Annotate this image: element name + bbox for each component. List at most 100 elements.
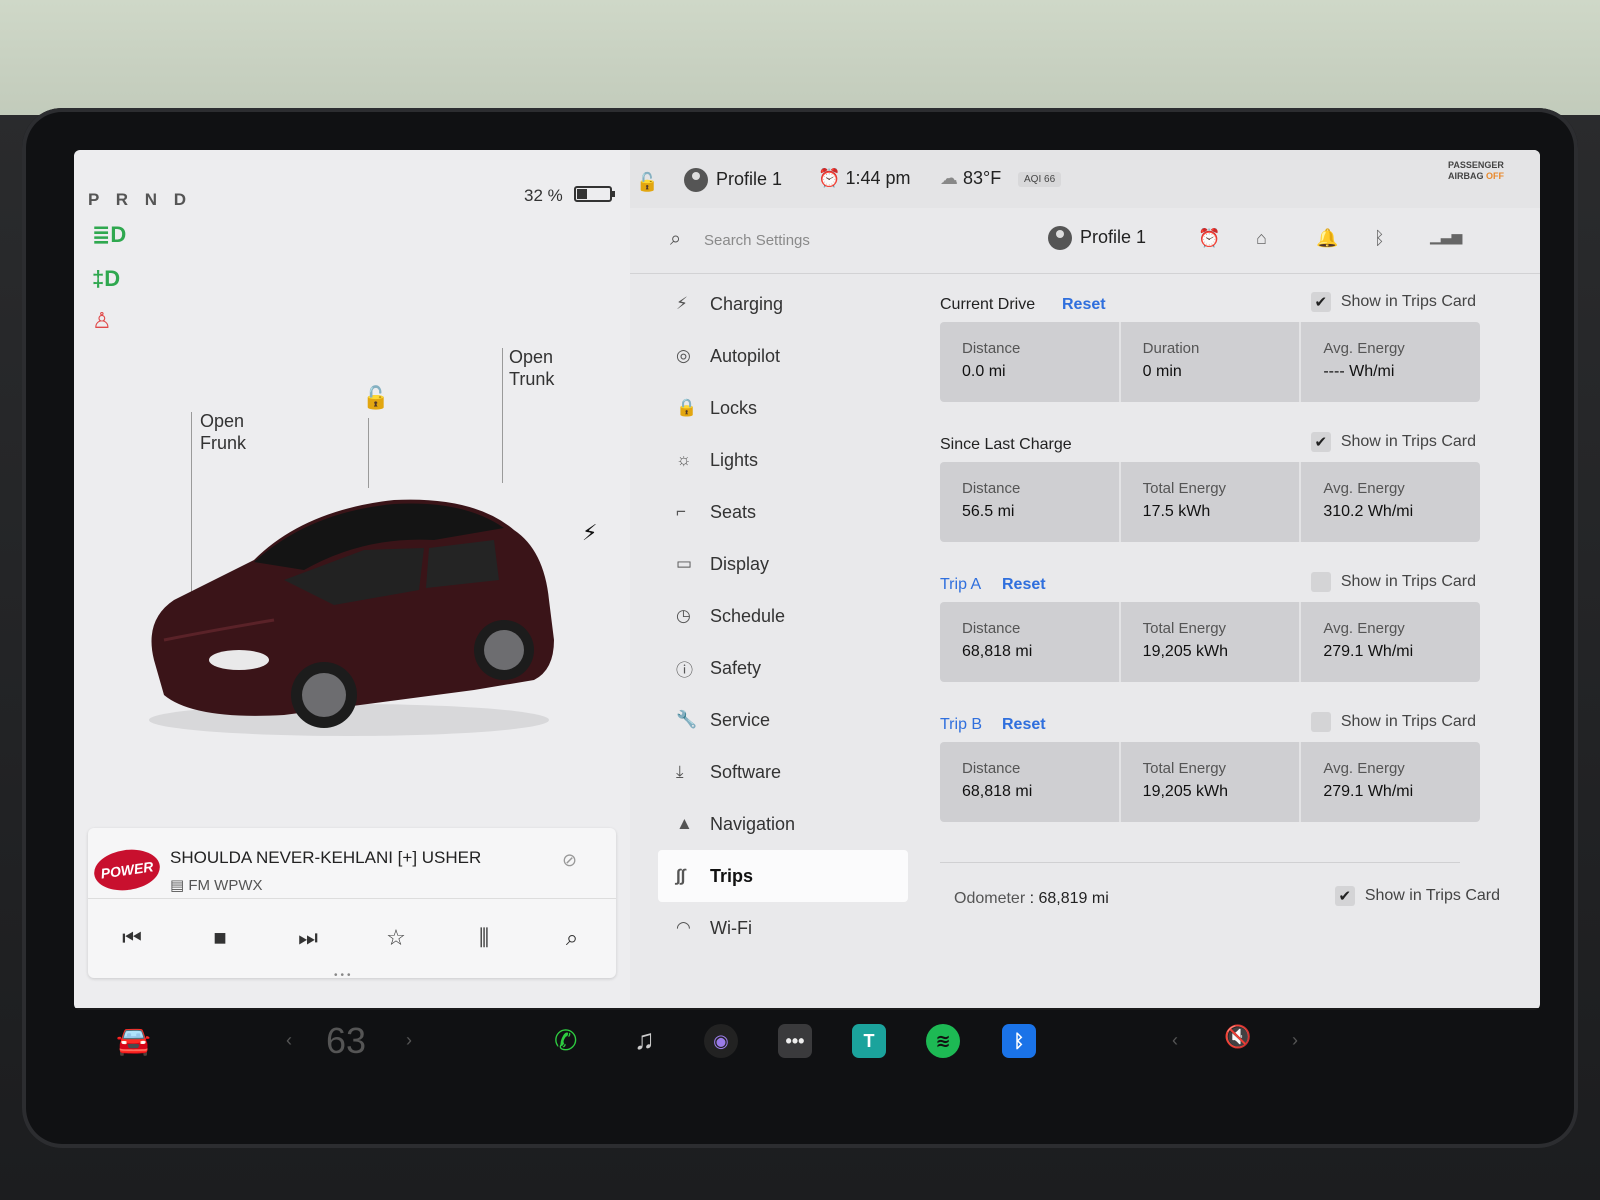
nav-item-display[interactable]: ▭ Display	[658, 538, 908, 590]
checkbox-box: ✔	[1310, 292, 1331, 312]
camera-icon[interactable]: ◉	[704, 1024, 738, 1058]
stat-card: Duration 0 min	[1121, 322, 1302, 402]
stat-value: 68,818 mi	[962, 783, 1033, 800]
nav-display-icon: ▭	[676, 554, 693, 573]
stat-card: Avg. Energy 279.1 Wh/mi	[1301, 602, 1480, 682]
volume-muted-icon[interactable]: 🔇	[1224, 1024, 1251, 1050]
stop-icon[interactable]: ■	[198, 925, 242, 951]
stat-card: Distance 0.0 mi	[940, 322, 1121, 402]
unlock-icon[interactable]: 🔓	[362, 385, 389, 411]
status-bar: 🔓 Profile 1 ⏰ 1:44 pm ☁ 83°F AQI 66 PASS…	[630, 150, 1540, 208]
odometer-show-checkbox[interactable]: ✔ Show in Trips Card	[1334, 886, 1500, 906]
trip-b-show-checkbox[interactable]: Show in Trips Card	[1310, 712, 1476, 732]
stat-card: Avg. Energy 279.1 Wh/mi	[1301, 742, 1480, 822]
trip-b-reset-link[interactable]: Reset	[1002, 716, 1046, 734]
status-clock: ⏰ 1:44 pm	[818, 168, 910, 189]
temp-up-chevron-icon[interactable]: ›	[406, 1030, 412, 1051]
open-trunk-label-line2: Trunk	[509, 369, 555, 389]
stat-card: Total Energy 17.5 kWh	[1121, 462, 1302, 542]
nav-wi-fi-icon: ◠	[676, 918, 691, 937]
show-label: Show in Trips Card	[1340, 433, 1476, 450]
open-frunk-label-line1: Open	[200, 411, 245, 431]
nav-navigation-icon: ▲	[676, 814, 693, 833]
next-icon[interactable]: ⏭	[286, 925, 330, 951]
volume-up-chevron-icon[interactable]: ›	[1292, 1030, 1298, 1051]
vehicle-model-image	[149, 499, 554, 736]
header-profile-button[interactable]: Profile 1	[1048, 226, 1146, 250]
homelink-icon[interactable]: ⌂	[1256, 228, 1267, 249]
favorite-star-icon[interactable]: ☆	[374, 925, 418, 951]
nav-item-wi-fi[interactable]: ◠ Wi-Fi	[658, 902, 908, 954]
passenger-airbag-indicator: PASSENGER AIRBAG OFF	[1448, 160, 1504, 182]
nav-label: Seats	[710, 501, 757, 522]
trip-a-reset-link[interactable]: Reset	[1002, 576, 1046, 594]
current-drive-show-checkbox[interactable]: ✔ Show in Trips Card	[1310, 292, 1476, 312]
toybox-icon[interactable]: T	[852, 1024, 886, 1058]
notification-bell-icon[interactable]: 🔔	[1316, 228, 1338, 249]
current-drive-reset-link[interactable]: Reset	[1062, 296, 1106, 314]
media-player: POWER SHOULDA NEVER-KEHLANI [+] USHER ▤ …	[88, 828, 616, 978]
station-name: ▤ FM WPWX	[170, 877, 263, 894]
bluetooth-icon[interactable]: ᛒ	[1374, 228, 1385, 249]
stat-value: 0.0 mi	[962, 363, 1006, 380]
nav-item-charging[interactable]: ⚡ Charging	[658, 278, 908, 330]
trip-b-cards: Distance 68,818 mi Total Energy 19,205 kWh…	[940, 742, 1480, 822]
search-settings-input[interactable]	[704, 226, 1004, 254]
fog-light-icon: ‡D	[92, 266, 121, 291]
alarm-icon[interactable]: ⏰	[1198, 228, 1220, 249]
lock-status-icon[interactable]: 🔓	[636, 172, 658, 193]
nav-item-software[interactable]: ⤓ Software	[658, 746, 908, 798]
settings-nav: ⚡ Charging ◎ Autopilot 🔒 Locks ☼ Lights ⌐ Seats ▭ D…	[658, 278, 908, 954]
previous-icon[interactable]: ⏮	[110, 925, 154, 951]
stat-label: Duration	[1142, 340, 1200, 357]
media-divider	[88, 898, 616, 899]
volume-down-chevron-icon[interactable]: ‹	[1172, 1030, 1178, 1051]
music-icon[interactable]: ♫	[634, 1024, 655, 1056]
nav-item-lights[interactable]: ☼ Lights	[658, 434, 908, 486]
stat-value: 279.1 Wh/mi	[1323, 643, 1414, 660]
open-frunk-button[interactable]: Open Frunk	[200, 410, 246, 454]
stat-card: Distance 68,818 mi	[940, 602, 1121, 682]
more-icon[interactable]: •••	[778, 1024, 812, 1058]
trip-b-section: Trip B Reset Show in Trips Card Distance…	[940, 704, 1480, 844]
stat-value: ---- Wh/mi	[1323, 363, 1395, 380]
page-dots: •••	[334, 970, 354, 981]
nav-item-service[interactable]: 🔧 Service	[658, 694, 908, 746]
stat-card: Total Energy 19,205 kWh	[1121, 602, 1302, 682]
nav-item-trips[interactable]: ∫∫ Trips	[658, 850, 908, 902]
equalizer-icon[interactable]: ⫼	[462, 925, 506, 951]
temp-down-chevron-icon[interactable]: ‹	[286, 1030, 292, 1051]
trip-a-title: Trip A	[940, 576, 982, 593]
nav-item-locks[interactable]: 🔒 Locks	[658, 382, 908, 434]
nav-schedule-icon: ◷	[676, 606, 691, 625]
radio-off-icon[interactable]: ⊘	[562, 850, 577, 871]
bluetooth-icon[interactable]: ᛒ	[1002, 1024, 1036, 1058]
nav-seats-icon: ⌐	[676, 502, 686, 521]
odometer-value: 68,819 mi	[1038, 890, 1109, 907]
trip-a-show-checkbox[interactable]: Show in Trips Card	[1310, 572, 1476, 592]
since-last-charge-show-checkbox[interactable]: ✔ Show in Trips Card	[1310, 432, 1476, 452]
phone-icon[interactable]: ✆	[554, 1024, 577, 1057]
spotify-icon[interactable]: ≋	[926, 1024, 960, 1058]
nav-item-seats[interactable]: ⌐ Seats	[658, 486, 908, 538]
charge-port-bolt-icon[interactable]: ⚡	[582, 520, 597, 546]
car-icon[interactable]: 🚘	[116, 1024, 151, 1057]
nav-item-autopilot[interactable]: ◎ Autopilot	[658, 330, 908, 382]
stat-label: Distance	[962, 620, 1021, 637]
status-profile-name: Profile 1	[716, 168, 783, 189]
nav-item-safety[interactable]: ⓘ Safety	[658, 642, 908, 694]
stat-value: 68,818 mi	[962, 643, 1033, 660]
open-trunk-button[interactable]: Open Trunk	[509, 346, 554, 390]
status-profile[interactable]: Profile 1	[684, 168, 782, 192]
search-icon[interactable]: ⌕	[550, 925, 594, 951]
stat-value: 310.2 Wh/mi	[1323, 503, 1414, 520]
touchscreen: P R N D 32 % ≣D ‡D ♙ Open Frunk Open Tru…	[74, 150, 1540, 1010]
nav-autopilot-icon: ◎	[676, 346, 691, 365]
cabin-temperature[interactable]: 63	[326, 1020, 366, 1062]
stat-card: Total Energy 19,205 kWh	[1121, 742, 1302, 822]
nav-safety-icon: ⓘ	[676, 660, 693, 680]
stat-value: 19,205 kWh	[1142, 783, 1229, 800]
nav-trips-icon: ∫∫	[676, 866, 686, 885]
nav-item-navigation[interactable]: ▲ Navigation	[658, 798, 908, 850]
nav-item-schedule[interactable]: ◷ Schedule	[658, 590, 908, 642]
